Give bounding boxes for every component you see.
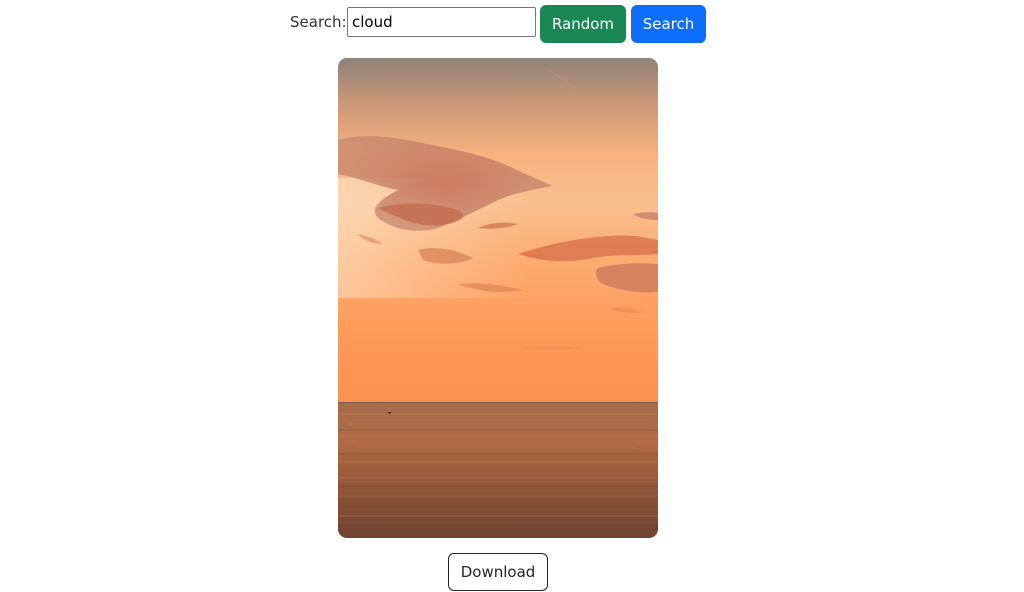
random-button[interactable]: Random xyxy=(540,5,626,43)
search-button[interactable]: Search xyxy=(631,5,706,43)
search-input[interactable] xyxy=(347,7,536,37)
result-image xyxy=(338,58,658,538)
search-toolbar: Search: Random Search xyxy=(0,0,1024,48)
search-label: Search: xyxy=(290,13,347,31)
download-button[interactable]: Download xyxy=(448,553,548,591)
